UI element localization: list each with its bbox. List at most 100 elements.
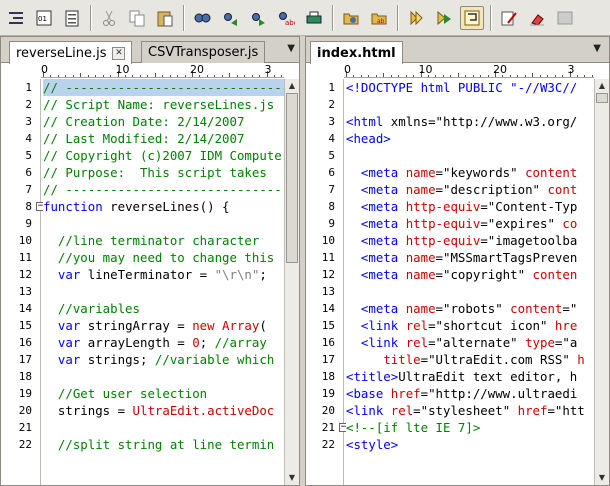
vertical-scrollbar[interactable]: ▲ ▼ bbox=[594, 79, 609, 485]
copy-button[interactable] bbox=[125, 6, 149, 30]
find-next-button[interactable] bbox=[246, 6, 270, 30]
code-line[interactable]: <html xmlns="http://www.w3.org/ bbox=[346, 113, 594, 130]
code-line[interactable] bbox=[43, 283, 284, 300]
line-number: 22 bbox=[18, 438, 32, 451]
erase-button[interactable] bbox=[525, 6, 549, 30]
editor-pane-right: index.html ▼ 0 10 20 3 1 2 3 4 5 6 7 8 9 10 11 12 13 14 1… bbox=[305, 36, 610, 486]
scroll-down-icon[interactable]: ▼ bbox=[595, 471, 609, 485]
tab-reverseline[interactable]: reverseLine.js ✕ bbox=[9, 41, 133, 64]
code-line[interactable]: var strings; //variable which bbox=[43, 351, 284, 368]
tab-csvtransposer[interactable]: CSVTransposer.js bbox=[141, 41, 266, 63]
code-line[interactable]: title="UltraEdit.com RSS" h bbox=[346, 351, 594, 368]
ruler-tick bbox=[50, 75, 52, 77]
folder-replace-button[interactable]: ab bbox=[367, 6, 391, 30]
code-line[interactable]: // Purpose: This script takes bbox=[43, 164, 284, 181]
code-line[interactable]: //Get user selection bbox=[43, 385, 284, 402]
vertical-scrollbar[interactable]: ▲ ▼ bbox=[284, 79, 299, 485]
code-line[interactable]: //split string at line termin bbox=[43, 436, 284, 453]
code-line[interactable]: <!DOCTYPE html PUBLIC "-//W3C// bbox=[346, 79, 594, 96]
code-line[interactable]: <style> bbox=[346, 436, 594, 453]
code-line[interactable]: <title>UltraEdit text editor, h bbox=[346, 368, 594, 385]
find-next-icon bbox=[252, 12, 265, 26]
tab-list-dropdown-icon[interactable]: ▼ bbox=[287, 43, 295, 54]
scrollbar-thumb[interactable] bbox=[596, 93, 608, 103]
clipboard-list-button[interactable] bbox=[60, 6, 84, 30]
code-line[interactable]: function reverseLines() { bbox=[43, 198, 284, 215]
scroll-up-icon[interactable]: ▲ bbox=[285, 79, 299, 93]
tab-list-dropdown-icon[interactable]: ▼ bbox=[593, 43, 601, 54]
line-number: 2 bbox=[328, 98, 335, 111]
replace-button[interactable]: abc bbox=[274, 6, 298, 30]
edit-icon bbox=[501, 11, 517, 25]
code-line[interactable]: <meta name="robots" content=" bbox=[346, 300, 594, 317]
code-line[interactable]: var arrayLength = 0; //array bbox=[43, 334, 284, 351]
code-line[interactable] bbox=[43, 215, 284, 232]
ruler-tick bbox=[273, 75, 275, 77]
scroll-up-icon[interactable]: ▲ bbox=[595, 79, 609, 93]
cut-button[interactable] bbox=[97, 6, 121, 30]
line-number: 3 bbox=[25, 115, 32, 128]
code-line[interactable]: // -------------------------------------… bbox=[43, 181, 284, 198]
scroll-down-icon[interactable]: ▼ bbox=[285, 471, 299, 485]
wrap-icon bbox=[464, 10, 480, 25]
code-line[interactable]: <meta http-equiv="Content-Typ bbox=[346, 198, 594, 215]
folder-search-button[interactable] bbox=[339, 6, 363, 30]
wrap-button[interactable] bbox=[460, 5, 484, 30]
code-line[interactable]: <meta name="copyright" conten bbox=[346, 266, 594, 283]
hex-button[interactable]: 01 bbox=[32, 6, 56, 30]
find-prev-button[interactable] bbox=[218, 6, 242, 30]
close-tab-icon[interactable]: ✕ bbox=[112, 46, 126, 60]
scrollbar-thumb[interactable] bbox=[286, 93, 298, 263]
code-editor[interactable]: <!DOCTYPE html PUBLIC "-//W3C// <html xm… bbox=[346, 79, 594, 485]
code-line[interactable]: var stringArray = new Array( bbox=[43, 317, 284, 334]
line-number: 1 bbox=[25, 81, 32, 94]
code-line[interactable]: strings = UltraEdit.activeDoc bbox=[43, 402, 284, 419]
paste-icon bbox=[157, 11, 173, 26]
code-line[interactable]: <link rel="stylesheet" href="htt bbox=[346, 402, 594, 419]
ruler-tick bbox=[214, 75, 216, 77]
find-button[interactable] bbox=[190, 6, 214, 30]
code-line[interactable]: <!--[if lte IE 7]> bbox=[346, 419, 594, 436]
code-line[interactable]: <link rel="shortcut icon" hre bbox=[346, 317, 594, 334]
ruler-tick bbox=[375, 75, 377, 77]
code-line[interactable]: var lineTerminator = "\r\n"; bbox=[43, 266, 284, 283]
code-line[interactable]: <head> bbox=[346, 130, 594, 147]
code-line[interactable]: // Last Modified: 2/14/2007 bbox=[43, 130, 284, 147]
code-line[interactable]: //line terminator character bbox=[43, 232, 284, 249]
ruler-tick bbox=[221, 75, 223, 77]
indent-button[interactable] bbox=[4, 6, 28, 30]
code-editor[interactable]: // -------------------------------------… bbox=[43, 79, 284, 485]
code-line[interactable] bbox=[43, 368, 284, 385]
code-line[interactable]: <meta http-equiv="expires" co bbox=[346, 215, 594, 232]
ruler-label: 20 bbox=[190, 64, 204, 76]
column-button[interactable] bbox=[553, 6, 577, 30]
line-number: 20 bbox=[18, 404, 32, 417]
code-line[interactable]: <meta http-equiv="imagetoolba bbox=[346, 232, 594, 249]
line-number: 4 bbox=[25, 132, 32, 145]
play-macro-button[interactable] bbox=[432, 6, 456, 30]
code-line[interactable]: // Copyright (c)2007 IDM Computer bbox=[43, 147, 284, 164]
code-line[interactable]: // Creation Date: 2/14/2007 bbox=[43, 113, 284, 130]
print-button[interactable] bbox=[302, 6, 326, 30]
code-line[interactable]: // Script Name: reverseLines.js bbox=[43, 96, 284, 113]
tab-index-html[interactable]: index.html bbox=[310, 41, 403, 64]
code-line[interactable] bbox=[346, 147, 594, 164]
code-line[interactable]: <link rel="alternate" type="a bbox=[346, 334, 594, 351]
code-line[interactable]: <meta name="description" cont bbox=[346, 181, 594, 198]
tab-label: reverseLine.js bbox=[16, 45, 107, 61]
edit-button[interactable] bbox=[497, 6, 521, 30]
erase-icon bbox=[530, 13, 544, 26]
code-line[interactable] bbox=[346, 283, 594, 300]
code-line[interactable] bbox=[346, 96, 594, 113]
code-line[interactable] bbox=[43, 419, 284, 436]
macro-button[interactable] bbox=[404, 6, 428, 30]
code-line[interactable]: <meta name="MSSmartTagsPreven bbox=[346, 249, 594, 266]
indent-icon bbox=[9, 11, 23, 24]
paste-button[interactable] bbox=[153, 6, 177, 30]
line-number: 17 bbox=[18, 353, 32, 366]
code-line[interactable]: <base href="http://www.ultraedi bbox=[346, 385, 594, 402]
code-line[interactable]: <meta name="keywords" content bbox=[346, 164, 594, 181]
code-line[interactable]: // -------------------------------------… bbox=[43, 79, 284, 96]
code-line[interactable]: //you may need to change this bbox=[43, 249, 284, 266]
code-line[interactable]: //variables bbox=[43, 300, 284, 317]
